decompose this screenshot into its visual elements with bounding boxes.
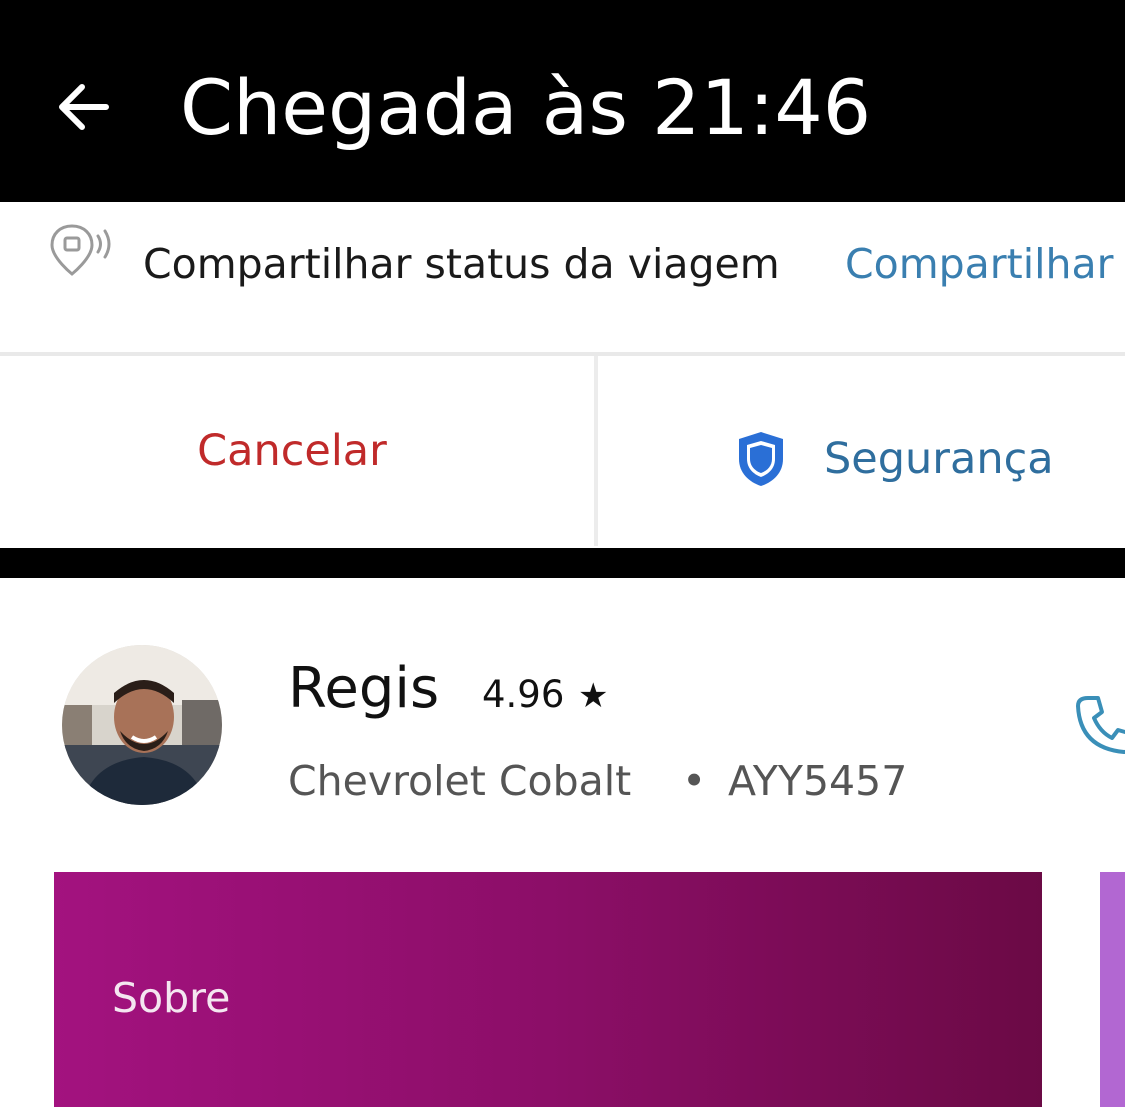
section-separator [0, 548, 1125, 578]
arrival-time-title: Chegada às 21:46 [180, 63, 872, 152]
about-driver-card[interactable]: Sobre [54, 872, 1042, 1107]
safety-button[interactable]: Segurança [598, 356, 1125, 546]
share-trip-status-label: Compartilhar status da viagem [143, 240, 780, 288]
next-card-peek[interactable] [1100, 872, 1125, 1107]
license-plate: AYY5457 [728, 757, 908, 805]
driver-rating: 4.96 [482, 673, 565, 716]
cancel-button[interactable]: Cancelar [0, 356, 594, 546]
separator-dot: • [682, 757, 707, 805]
shield-icon [735, 429, 787, 489]
arrow-left-icon[interactable] [52, 75, 116, 139]
phone-icon[interactable] [1074, 692, 1125, 756]
location-pin-broadcast-icon [48, 222, 118, 278]
car-model: Chevrolet Cobalt [288, 757, 632, 805]
cancel-label: Cancelar [197, 426, 387, 476]
about-label: Sobre [112, 974, 231, 1022]
driver-name: Regis [288, 656, 440, 721]
share-link[interactable]: Compartilhar [845, 238, 1113, 290]
star-icon: ★ [578, 676, 609, 716]
safety-label: Segurança [824, 434, 1054, 484]
driver-avatar[interactable] [62, 645, 222, 805]
